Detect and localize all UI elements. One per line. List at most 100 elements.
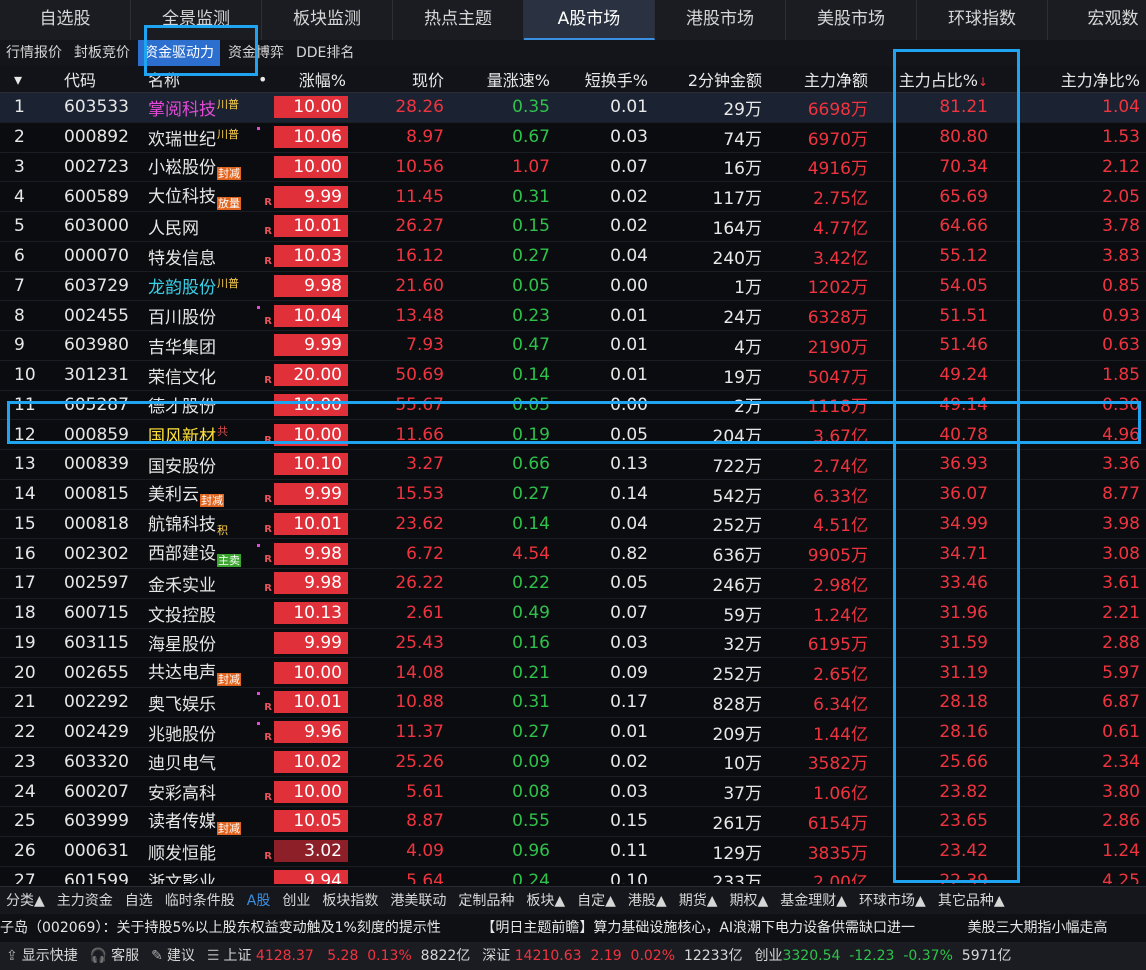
category-tab-13[interactable]: 期货▲ <box>673 887 724 915</box>
tab-8[interactable]: 环球指数 <box>917 0 1048 40</box>
stock-code[interactable]: 603000 <box>58 211 142 242</box>
stock-name-cell[interactable]: 百川股份 <box>142 300 252 331</box>
table-row[interactable]: 18 600715 文投控股 10.13 2.61 0.49 0.07 59万 1.24亿 31.… <box>0 598 1146 629</box>
stock-name-cell[interactable]: 奥飞娱乐 <box>142 687 252 718</box>
stock-code[interactable]: 600207 <box>58 776 142 807</box>
stock-name-cell[interactable]: 兆驰股份 <box>142 717 252 748</box>
stock-code[interactable]: 002655 <box>58 657 142 688</box>
sub-tab-5[interactable]: DDE排名 <box>290 40 360 66</box>
table-row[interactable]: 13 000839 国安股份 10.10 3.27 0.66 0.13 722万 2.74亿 36… <box>0 449 1146 480</box>
category-tab-3[interactable]: 自选 <box>119 887 159 915</box>
tab-6[interactable]: 港股市场 <box>655 0 786 40</box>
category-tab-6[interactable]: 创业 <box>276 887 316 915</box>
ticker-left[interactable]: 子岛（002069）：关于持股5%以上股东权益变动触及1%刻度的提示性 <box>0 920 441 936</box>
stock-name-cell[interactable]: 浙文影业 <box>142 866 252 884</box>
table-row[interactable]: 16 002302 西部建设 主卖 R 9.98 6.72 4.54 0.82 636万 9905万… <box>0 538 1146 569</box>
table-row[interactable]: 7 603729 龙韵股份川普 9.98 21.60 0.05 0.00 1万 1202万 54.… <box>0 271 1146 302</box>
stock-code[interactable]: 603999 <box>58 806 142 837</box>
table-row[interactable]: 8 002455 百川股份 R 10.04 13.48 0.23 0.01 24万 6328万 51… <box>0 300 1146 331</box>
stock-code[interactable]: 002292 <box>58 687 142 718</box>
header-name[interactable]: 名称 <box>142 66 252 93</box>
stock-code[interactable]: 002429 <box>58 717 142 748</box>
stock-name-cell[interactable]: 吉华集团 <box>142 330 252 361</box>
stock-name-cell[interactable]: 顺发恒能 <box>142 836 252 867</box>
stock-code[interactable]: 603980 <box>58 330 142 361</box>
tab-5[interactable]: A股市场 <box>524 0 655 40</box>
table-row[interactable]: 19 603115 海星股份 9.99 25.43 0.16 0.03 32万 6195万 31.… <box>0 628 1146 659</box>
service-button[interactable]: 🎧 客服 <box>84 942 145 970</box>
stock-name-cell[interactable]: 金禾实业 <box>142 568 252 599</box>
category-tab-10[interactable]: 板块▲ <box>520 887 571 915</box>
stock-code[interactable]: 603115 <box>58 628 142 659</box>
table-row[interactable]: 25 603999 读者传媒 封减 10.05 8.87 0.55 0.15 261万 6154万… <box>0 806 1146 837</box>
stock-code[interactable]: 000815 <box>58 479 142 510</box>
stock-code[interactable]: 000631 <box>58 836 142 867</box>
table-row[interactable]: 5 603000 人民网 R 10.01 26.27 0.15 0.02 164万 4.77亿 64… <box>0 211 1146 242</box>
stock-code[interactable]: 000892 <box>58 122 142 153</box>
stock-name-cell[interactable]: 迪贝电气 <box>142 747 252 778</box>
table-row[interactable]: 24 600207 安彩高科 R 10.00 5.61 0.08 0.03 37万 1.06亿 23… <box>0 776 1146 807</box>
table-row[interactable]: 9 603980 吉华集团 9.99 7.93 0.47 0.01 4万 2190万 51.46 0… <box>0 330 1146 361</box>
stock-name-cell[interactable]: 掌阅科技川普 <box>142 92 252 123</box>
header-code[interactable]: 代码 <box>58 66 142 93</box>
tab-1[interactable]: 自选股 <box>0 0 131 40</box>
category-tab-8[interactable]: 港美联动 <box>384 887 452 915</box>
header-main-net-pct[interactable]: 主力净比% <box>994 66 1146 93</box>
table-row[interactable]: 12 000859 国风新材共 R 10.00 11.66 0.19 0.05 204万 3.67… <box>0 419 1146 450</box>
stock-code[interactable]: 000070 <box>58 241 142 272</box>
stock-code[interactable]: 601599 <box>58 866 142 884</box>
stock-code[interactable]: 002302 <box>58 538 142 569</box>
stock-code[interactable]: 000859 <box>58 419 142 450</box>
category-tab-14[interactable]: 期权▲ <box>723 887 774 915</box>
category-tab-11[interactable]: 自定▲ <box>571 887 622 915</box>
table-row[interactable]: 20 002655 共达电声 封减 10.00 14.08 0.21 0.09 252万 2.65… <box>0 657 1146 688</box>
stock-code[interactable]: 603533 <box>58 92 142 123</box>
header-change[interactable]: 涨幅% <box>260 66 352 93</box>
category-tab-2[interactable]: 主力资金 <box>51 887 119 915</box>
table-row[interactable]: 4 600589 大位科技 放量 R 9.99 11.45 0.31 0.02 117万 2.75亿… <box>0 181 1146 212</box>
table-row[interactable]: 27 601599 浙文影业 9.94 5.64 0.24 0.10 233万 2.00亿 22.… <box>0 866 1146 884</box>
stock-name-cell[interactable]: 读者传媒 封减 <box>142 806 252 837</box>
stock-name-cell[interactable]: 航锦科技积 <box>142 509 252 540</box>
table-row[interactable]: 2 000892 欢瑞世纪川普 10.06 8.97 0.67 0.03 74万 6970万 80… <box>0 122 1146 153</box>
stock-code[interactable]: 000839 <box>58 449 142 480</box>
sub-tab-2[interactable]: 封板竞价 <box>68 40 136 66</box>
stock-code[interactable]: 002723 <box>58 152 142 183</box>
sub-tab-4[interactable]: 资金博弈 <box>222 40 290 66</box>
news-ticker[interactable]: 子岛（002069）：关于持股5%以上股东权益变动触及1%刻度的提示性 【明日主… <box>0 914 1146 942</box>
stock-name-cell[interactable]: 人民网 <box>142 211 252 242</box>
stock-name-cell[interactable]: 德才股份 <box>142 390 252 421</box>
stock-name-cell[interactable]: 海星股份 <box>142 628 252 659</box>
category-tab-12[interactable]: 港股▲ <box>622 887 673 915</box>
header-main-ratio[interactable]: 主力占比%↓ <box>874 66 994 93</box>
stock-code[interactable]: 605287 <box>58 390 142 421</box>
ticker-mid[interactable]: 【明日主题前瞻】算力基础设施核心，AI浪潮下电力设备供需缺口进一 <box>445 920 915 936</box>
category-tab-5[interactable]: A股 <box>241 887 277 915</box>
category-tab-9[interactable]: 定制品种 <box>452 887 520 915</box>
stock-name-cell[interactable]: 小崧股份 封减 <box>142 152 252 183</box>
stock-code[interactable]: 002455 <box>58 300 142 331</box>
stock-name-cell[interactable]: 西部建设 主卖 <box>142 538 252 569</box>
stock-name-cell[interactable]: 文投控股 <box>142 598 252 629</box>
tab-3[interactable]: 板块监测 <box>262 0 393 40</box>
stock-code[interactable]: 600715 <box>58 598 142 629</box>
index-shanghai[interactable]: ☰ 上证 4128.37 5.28 0.13% 8822亿 <box>201 942 476 970</box>
stock-code[interactable]: 000818 <box>58 509 142 540</box>
category-tab-17[interactable]: 其它品种▲ <box>932 887 1011 915</box>
sort-toggle-icon[interactable]: ▾ <box>0 66 58 93</box>
stock-name-cell[interactable]: 共达电声 封减 <box>142 657 252 688</box>
header-main-net[interactable]: 主力净额 <box>768 66 874 93</box>
stock-name-cell[interactable]: 安彩高科 <box>142 776 252 807</box>
stock-code[interactable]: 600589 <box>58 181 142 212</box>
header-two-min-amount[interactable]: 2分钟金额 <box>654 66 768 93</box>
category-tab-4[interactable]: 临时条件股 <box>159 887 241 915</box>
index-chinext[interactable]: 创业3320.54 -12.23 -0.37% 5971亿 <box>748 942 1017 970</box>
table-row[interactable]: 1 603533 掌阅科技川普 10.00 28.26 0.35 0.01 29万 6698万 8… <box>0 92 1146 123</box>
stock-code[interactable]: 603320 <box>58 747 142 778</box>
stock-code[interactable]: 002597 <box>58 568 142 599</box>
header-short-turnover[interactable]: 短换手% <box>556 66 654 93</box>
stock-name-cell[interactable]: 美利云 封减 <box>142 479 252 510</box>
stock-name-cell[interactable]: 国风新材共 <box>142 419 252 450</box>
tab-7[interactable]: 美股市场 <box>786 0 917 40</box>
tab-2[interactable]: 全景监测 <box>131 0 262 40</box>
